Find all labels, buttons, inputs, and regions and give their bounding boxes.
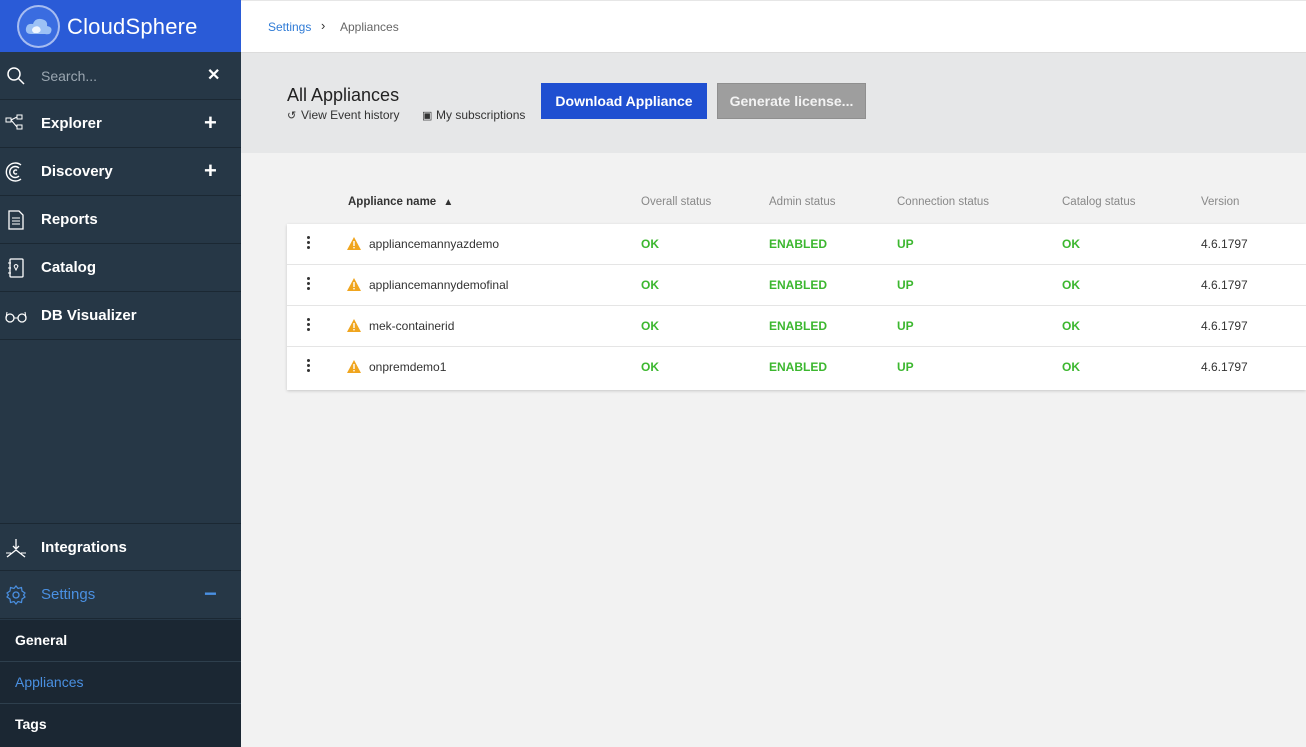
column-header-admin-status[interactable]: Admin status bbox=[769, 196, 835, 208]
sidebar-item-label: Reports bbox=[41, 211, 98, 228]
page-toolbar: All Appliances ↺ View Event history ▣ My s… bbox=[241, 53, 1306, 153]
expand-icon[interactable]: + bbox=[204, 159, 217, 183]
column-header-catalog-status[interactable]: Catalog status bbox=[1062, 196, 1136, 208]
version: 4.6.1797 bbox=[1201, 278, 1248, 292]
breadcrumb: Settings › Appliances bbox=[241, 0, 1306, 53]
download-appliance-button[interactable]: Download Appliance bbox=[541, 83, 707, 119]
connection-status: UP bbox=[897, 278, 914, 292]
catalog-status: OK bbox=[1062, 237, 1080, 251]
search-input[interactable]: Search... bbox=[41, 68, 97, 84]
warning-icon bbox=[347, 360, 361, 373]
catalog-status: OK bbox=[1062, 319, 1080, 333]
collapse-icon[interactable]: − bbox=[204, 582, 217, 606]
settings-submenu: General Appliances Tags bbox=[0, 620, 241, 747]
breadcrumb-settings-link[interactable]: Settings bbox=[268, 20, 311, 34]
sidebar: CloudSphere Search... ✕ Explorer + Disco… bbox=[0, 0, 241, 747]
overall-status: OK bbox=[641, 319, 659, 333]
sidebar-search[interactable]: Search... ✕ bbox=[0, 52, 241, 100]
column-header-version[interactable]: Version bbox=[1201, 196, 1239, 208]
sidebar-item-label: Integrations bbox=[41, 539, 127, 556]
connection-status: UP bbox=[897, 360, 914, 374]
gear-icon bbox=[6, 585, 26, 605]
appliance-name: appliancemannydemofinal bbox=[369, 278, 509, 292]
submenu-item-label: General bbox=[15, 632, 68, 648]
catalog-icon bbox=[8, 258, 24, 278]
subscriptions-icon: ▣ bbox=[422, 110, 433, 122]
table-row[interactable]: appliancemannyazdemo OK ENABLED UP OK 4.… bbox=[287, 224, 1306, 265]
cloudsphere-logo-icon bbox=[17, 5, 60, 48]
sidebar-item-label: Catalog bbox=[41, 259, 97, 276]
sidebar-item-label: DB Visualizer bbox=[41, 307, 137, 324]
appliances-table: appliancemannyazdemo OK ENABLED UP OK 4.… bbox=[287, 224, 1306, 390]
history-icon: ↺ bbox=[287, 110, 297, 122]
row-menu-icon[interactable] bbox=[306, 236, 312, 252]
version: 4.6.1797 bbox=[1201, 319, 1248, 333]
my-subscriptions-label: My subscriptions bbox=[436, 108, 526, 122]
sidebar-item-integrations[interactable]: Integrations bbox=[0, 523, 241, 571]
version: 4.6.1797 bbox=[1201, 360, 1248, 374]
warning-icon bbox=[347, 237, 361, 250]
overall-status: OK bbox=[641, 237, 659, 251]
sidebar-item-catalog[interactable]: Catalog bbox=[0, 244, 241, 292]
sidebar-item-label: Explorer bbox=[41, 115, 102, 132]
submenu-item-general[interactable]: General bbox=[0, 620, 241, 662]
sidebar-item-explorer[interactable]: Explorer + bbox=[0, 100, 241, 148]
catalog-status: OK bbox=[1062, 278, 1080, 292]
view-event-history-label: View Event history bbox=[301, 108, 400, 122]
submenu-item-tags[interactable]: Tags bbox=[0, 704, 241, 746]
breadcrumb-current: Appliances bbox=[340, 20, 399, 34]
view-event-history-link[interactable]: ↺ View Event history bbox=[287, 108, 400, 122]
appliance-name: mek-containerid bbox=[369, 319, 455, 333]
sidebar-item-reports[interactable]: Reports bbox=[0, 196, 241, 244]
row-menu-icon[interactable] bbox=[306, 359, 312, 375]
admin-status: ENABLED bbox=[769, 278, 828, 292]
overall-status: OK bbox=[641, 360, 659, 374]
close-icon[interactable]: ✕ bbox=[207, 65, 220, 85]
table-header: Appliance name ▲ Overall status Admin st… bbox=[287, 190, 1306, 224]
submenu-item-appliances[interactable]: Appliances bbox=[0, 662, 241, 704]
column-header-appliance-name[interactable]: Appliance name ▲ bbox=[348, 196, 453, 208]
warning-icon bbox=[347, 319, 361, 332]
sort-ascending-icon[interactable]: ▲ bbox=[443, 197, 453, 208]
sidebar-item-discovery[interactable]: Discovery + bbox=[0, 148, 241, 196]
row-menu-icon[interactable] bbox=[306, 318, 312, 334]
sidebar-item-label: Discovery bbox=[41, 163, 113, 180]
catalog-status: OK bbox=[1062, 360, 1080, 374]
sidebar-item-label: Settings bbox=[41, 586, 96, 603]
integrations-icon bbox=[6, 539, 26, 558]
column-header-connection-status[interactable]: Connection status bbox=[897, 196, 989, 208]
search-icon bbox=[7, 67, 25, 85]
admin-status: ENABLED bbox=[769, 360, 828, 374]
version: 4.6.1797 bbox=[1201, 237, 1248, 251]
submenu-item-label: Appliances bbox=[15, 674, 84, 690]
discovery-icon bbox=[5, 162, 22, 182]
connection-status: UP bbox=[897, 237, 914, 251]
table-row[interactable]: appliancemannydemofinal OK ENABLED UP OK… bbox=[287, 265, 1306, 306]
page-title: All Appliances bbox=[287, 85, 400, 105]
table-row[interactable]: onpremdemo1 OK ENABLED UP OK 4.6.1797 bbox=[287, 347, 1306, 388]
row-menu-icon[interactable] bbox=[306, 277, 312, 293]
logo-bar: CloudSphere bbox=[0, 0, 241, 52]
column-header-overall-status[interactable]: Overall status bbox=[641, 196, 711, 208]
table-row[interactable]: mek-containerid OK ENABLED UP OK 4.6.179… bbox=[287, 306, 1306, 347]
my-subscriptions-link[interactable]: ▣ My subscriptions bbox=[422, 108, 525, 122]
connection-status: UP bbox=[897, 319, 914, 333]
warning-icon bbox=[347, 278, 361, 291]
overall-status: OK bbox=[641, 278, 659, 292]
sidebar-item-settings[interactable]: Settings − bbox=[0, 571, 241, 619]
generate-license-button[interactable]: Generate license... bbox=[717, 83, 866, 119]
submenu-item-label: Tags bbox=[15, 716, 47, 732]
expand-icon[interactable]: + bbox=[204, 111, 217, 135]
app-name: CloudSphere bbox=[67, 14, 198, 39]
appliance-name: onpremdemo1 bbox=[369, 360, 447, 374]
admin-status: ENABLED bbox=[769, 237, 828, 251]
glasses-icon bbox=[5, 311, 27, 323]
appliance-name: appliancemannyazdemo bbox=[369, 237, 500, 251]
reports-icon bbox=[8, 210, 24, 230]
chevron-right-icon: › bbox=[321, 18, 326, 33]
sidebar-item-db-visualizer[interactable]: DB Visualizer bbox=[0, 292, 241, 340]
explorer-icon bbox=[5, 114, 23, 130]
admin-status: ENABLED bbox=[769, 319, 828, 333]
